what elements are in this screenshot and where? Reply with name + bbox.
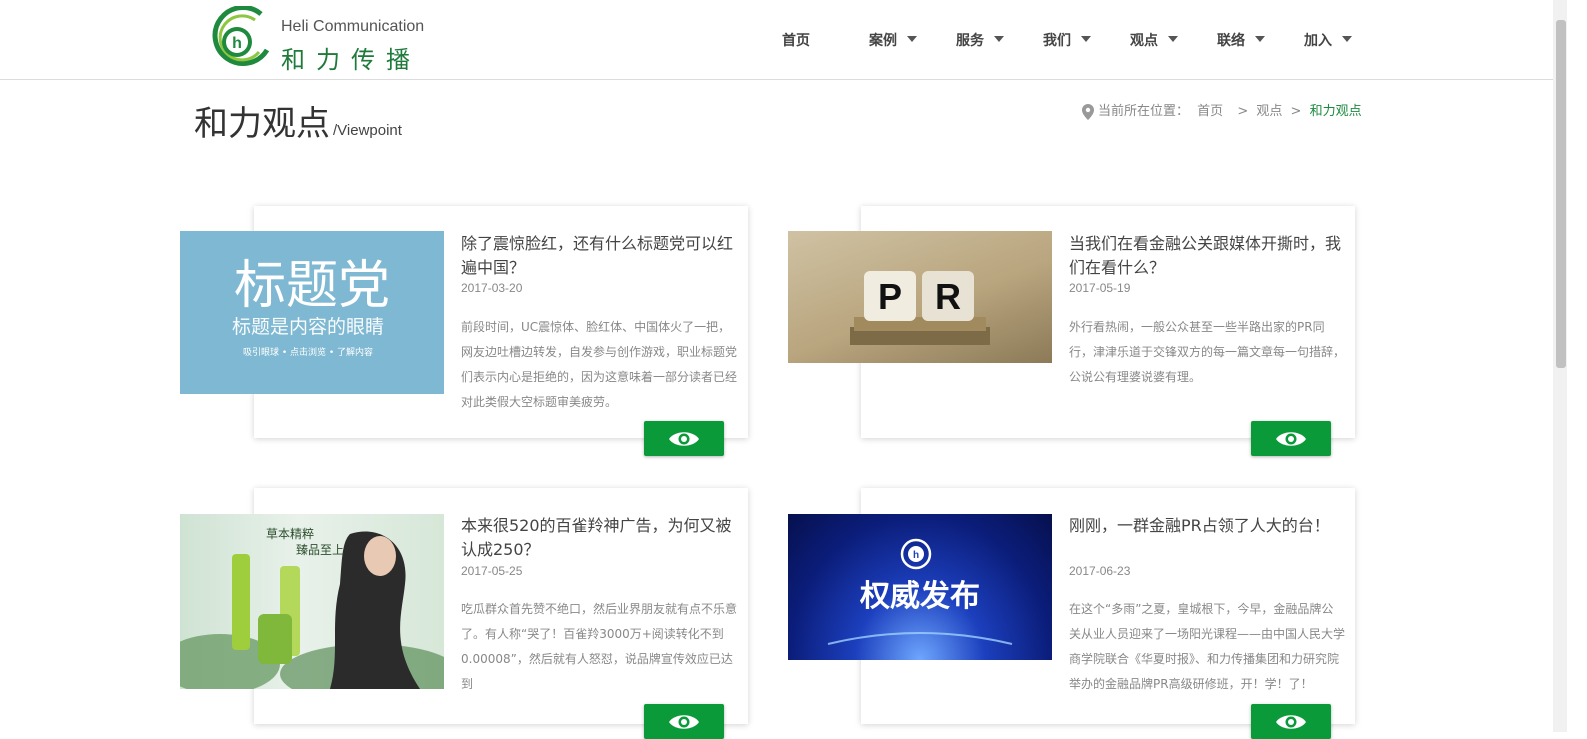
thumbnail-main-text: 标题党 [234, 256, 390, 316]
nav-label: 我们 [1043, 33, 1071, 49]
caret-down-icon [994, 36, 1004, 42]
logo-chinese-text: 和力传播 [281, 46, 421, 74]
svg-text:h: h [913, 550, 919, 561]
nav-label: 加入 [1304, 33, 1332, 49]
nav-item-services[interactable]: 服务 [956, 30, 1004, 50]
nav-label: 联络 [1217, 33, 1245, 49]
breadcrumb: 当前所在位置： 首页 > 观点 > 和力观点 [1082, 100, 1362, 120]
breadcrumb-home-link[interactable]: 首页 [1197, 104, 1223, 119]
logo[interactable]: h Heli Communication 和力传播 [209, 6, 439, 74]
caret-down-icon [1255, 36, 1265, 42]
thumbnail-tags-text: 吸引眼球 • 点击浏览 • 了解内容 [243, 346, 373, 358]
article-date: 2017-06-23 [1069, 564, 1131, 578]
thumbnail-letter-r: R [935, 276, 961, 317]
thumbnail-image: 标题党 标题是内容的眼睛 吸引眼球 • 点击浏览 • 了解内容 [232, 256, 390, 358]
site-header: h Heli Communication 和力传播 首页 案例 服务 我们 观点… [0, 0, 1553, 80]
thumbnail-image: h 权威发布 [827, 538, 1013, 645]
breadcrumb-prefix: 当前所在位置： [1098, 104, 1190, 119]
caret-down-icon [1168, 36, 1178, 42]
article-title[interactable]: 本来很520的百雀羚神广告，为何又被认成250？ [461, 514, 737, 562]
thumbnail-line2: 臻品至上 [296, 543, 344, 557]
breadcrumb-section-link[interactable]: 观点 [1256, 104, 1282, 119]
thumbnail-sub-text: 标题是内容的眼睛 [232, 316, 384, 338]
article-summary: 前段时间，UC震惊体、脸红体、中国体火了一把，网友边吐槽边转发，自发参与创作游戏… [461, 320, 738, 409]
article-thumbnail[interactable]: 标题党 标题是内容的眼睛 吸引眼球 • 点击浏览 • 了解内容 [180, 231, 444, 394]
article-thumbnail[interactable]: 草本精粹 臻品至上 [180, 514, 444, 689]
view-article-button[interactable] [644, 704, 724, 739]
nav-item-contact[interactable]: 联络 [1217, 30, 1265, 50]
article-title[interactable]: 当我们在看金融公关跟媒体开撕时，我们在看什么？ [1069, 232, 1345, 280]
caret-down-icon [1081, 36, 1091, 42]
logo-english-text: Heli Communication [281, 18, 425, 35]
article-thumbnail[interactable]: h 权威发布 [788, 514, 1052, 660]
article-date: 2017-05-25 [461, 564, 523, 578]
eye-icon [1276, 714, 1306, 729]
article-title[interactable]: 除了震惊脸红，还有什么标题党可以红遍中国？ [461, 232, 737, 280]
article-date: 2017-03-20 [461, 281, 523, 295]
nav-label: 观点 [1130, 33, 1158, 49]
page-title-cn: 和力观点 [194, 104, 330, 144]
article-summary: 在这个“多雨”之夏，皇城根下，今早，金融品牌公关从业人员迎来了一场阳光课程——由… [1069, 602, 1346, 691]
article-thumbnail[interactable]: P R [788, 231, 1052, 363]
pin-icon [1082, 103, 1094, 120]
logo-mark-icon: h [212, 6, 270, 66]
nav-label: 服务 [956, 33, 984, 49]
nav-item-join[interactable]: 加入 [1304, 30, 1352, 50]
view-article-button[interactable] [1251, 704, 1331, 739]
thumbnail-main-text: 权威发布 [859, 579, 980, 614]
breadcrumb-separator: > [1237, 104, 1249, 119]
page-title: 和力观点/Viewpoint [194, 96, 402, 145]
eye-icon [1276, 431, 1306, 446]
caret-down-icon [1342, 36, 1352, 42]
page-title-en: /Viewpoint [333, 122, 402, 139]
article-title[interactable]: 刚刚，一群金融PR占领了人大的台！ [1069, 514, 1345, 538]
view-article-button[interactable] [644, 421, 724, 456]
breadcrumb-current: 和力观点 [1309, 104, 1362, 119]
thumbnail-image: 草本精粹 臻品至上 [180, 527, 444, 689]
eye-icon [669, 431, 699, 446]
nav-item-viewpoint[interactable]: 观点 [1130, 30, 1178, 50]
article-summary: 吃瓜群众首先赞不绝口，然后业界朋友就有点不乐意了。有人称“哭了！百雀羚3000万… [461, 602, 738, 691]
nav-label: 案例 [869, 33, 897, 49]
scrollbar-thumb[interactable] [1556, 20, 1566, 368]
nav-item-cases[interactable]: 案例 [869, 30, 917, 50]
breadcrumb-separator: > [1290, 104, 1302, 119]
nav-label: 首页 [782, 33, 810, 49]
caret-down-icon [907, 36, 917, 42]
article-date: 2017-05-19 [1069, 281, 1131, 295]
view-article-button[interactable] [1251, 421, 1331, 456]
eye-icon [669, 714, 699, 729]
article-summary: 外行看热闹，一般公众甚至一些半路出家的PR同行，津津乐道于交锋双方的每一篇文章每… [1069, 320, 1346, 384]
nav-item-about[interactable]: 我们 [1043, 30, 1091, 50]
thumbnail-line1: 草本精粹 [266, 527, 314, 541]
thumbnail-letter-p: P [878, 276, 902, 317]
svg-text:h: h [232, 35, 242, 52]
thumbnail-image: P R [850, 271, 990, 345]
nav-item-home[interactable]: 首页 [782, 30, 810, 50]
